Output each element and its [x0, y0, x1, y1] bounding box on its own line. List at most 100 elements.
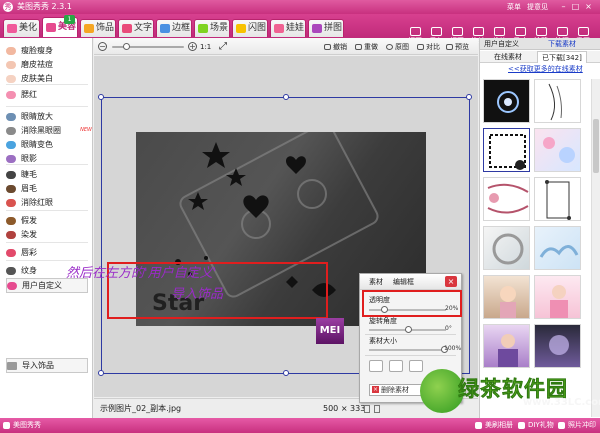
camera-icon: [556, 27, 568, 36]
tab-flash[interactable]: 闪图: [232, 19, 268, 37]
close-icon[interactable]: ×: [583, 2, 594, 12]
material-thumb[interactable]: [534, 128, 581, 172]
import-accessory-button[interactable]: 导入饰品: [6, 358, 88, 373]
album-icon: [475, 422, 482, 429]
beauty-tool-item[interactable]: 唇彩: [6, 246, 88, 260]
zoom-out-icon[interactable]: −: [98, 42, 107, 51]
bottom-bar: 美图秀秀 美刷相册 DIY礼物 照片冲印: [0, 418, 600, 433]
dialog-divider: [365, 355, 456, 356]
resize-handle-ne[interactable]: [466, 94, 472, 100]
maximize-icon[interactable]: □: [570, 2, 581, 12]
dialog-tab-material[interactable]: 素材: [369, 277, 383, 287]
delete-icon: ×: [372, 386, 379, 393]
tab-beautify[interactable]: 美化: [3, 19, 40, 37]
meitu-logo: MEI: [316, 318, 344, 344]
beauty-tool-icon: [6, 249, 16, 257]
cutout-icon: [451, 27, 463, 36]
resize-handle-n[interactable]: [283, 94, 289, 100]
scrollbar-thumb[interactable]: [593, 119, 599, 173]
tab-scene[interactable]: 场景: [194, 19, 230, 37]
beauty-tool-item[interactable]: 假发: [6, 214, 88, 228]
subtab-online[interactable]: 在线素材: [490, 51, 526, 63]
material-thumb[interactable]: [483, 324, 530, 368]
beauty-tool-item[interactable]: 消除黑眼圈 NEW: [6, 124, 92, 138]
feedback-link[interactable]: 提意见: [527, 1, 548, 13]
zoom-in-icon[interactable]: +: [188, 42, 197, 51]
material-thumb[interactable]: [534, 226, 581, 270]
beauty-tool-icon: [6, 127, 16, 135]
beauty-tool-item[interactable]: 染发: [6, 228, 88, 242]
beauty-tool-item[interactable]: 消除红眼: [6, 196, 88, 210]
beauty-tool-item[interactable]: 眼睛变色: [6, 138, 88, 152]
rotate-slider[interactable]: [369, 326, 446, 333]
resize-handle-nw[interactable]: [98, 94, 104, 100]
material-thumb[interactable]: [534, 275, 581, 319]
library-subtabs: 在线素材 已下载[342]: [480, 51, 600, 63]
material-thumb[interactable]: [483, 226, 530, 270]
bottom-gift-link[interactable]: DIY礼物: [518, 420, 554, 431]
size-label: 素材大小: [369, 337, 397, 345]
material-thumb[interactable]: [534, 324, 581, 368]
beauty-tool-item[interactable]: 眼影: [6, 152, 88, 166]
bottom-print-link[interactable]: 照片冲印: [558, 420, 596, 431]
bottom-meitu-link[interactable]: 美图秀秀: [3, 420, 41, 431]
fit-window-icon[interactable]: ⤢: [219, 41, 227, 53]
subtab-downloaded[interactable]: 已下载[342]: [537, 51, 587, 63]
resize-handle-s[interactable]: [283, 370, 289, 376]
tab-collage[interactable]: 拼图: [308, 19, 344, 37]
flip-horizontal-icon[interactable]: [369, 360, 383, 372]
original-button[interactable]: 原图: [386, 41, 409, 53]
undo-button[interactable]: 撤销: [324, 41, 347, 53]
material-thumb[interactable]: [534, 177, 581, 221]
tab-download-material[interactable]: 下载素材: [548, 39, 576, 49]
bottom-label: 美刷相册: [485, 421, 513, 429]
material-thumb[interactable]: [483, 177, 530, 221]
dialog-close-icon[interactable]: ×: [445, 276, 457, 287]
dialog-tab-edit[interactable]: 编辑框: [393, 277, 414, 287]
resize-handle-sw[interactable]: [98, 370, 104, 376]
beauty-tool-icon: [6, 155, 16, 163]
beauty-tool-item[interactable]: 皮肤美白: [6, 72, 88, 86]
border-icon: [160, 24, 170, 33]
material-thumb-selected[interactable]: [483, 128, 530, 172]
tab-doll[interactable]: 娃娃: [270, 19, 306, 37]
zoom-slider-thumb[interactable]: [123, 43, 131, 50]
size-slider[interactable]: [369, 346, 448, 353]
material-thumb[interactable]: [483, 79, 530, 123]
tab-user-custom[interactable]: 用户自定义: [484, 39, 519, 49]
beauty-tool-item[interactable]: 磨皮祛痘: [6, 58, 88, 72]
material-thumb[interactable]: [483, 275, 530, 319]
compare-button[interactable]: 对比: [417, 41, 440, 53]
tab-label: 文字: [134, 23, 153, 33]
tab-border[interactable]: 边框: [156, 19, 192, 37]
next-page-icon[interactable]: [374, 405, 380, 413]
panel-divider: [6, 260, 88, 261]
watermark-url: www.33LC.com: [523, 397, 600, 408]
beauty-tool-icon: [7, 282, 17, 290]
beauty-tool-item[interactable]: 眉毛: [6, 182, 88, 196]
rotate-slider-thumb[interactable]: [404, 326, 412, 333]
rotate-label: 旋转角度: [369, 317, 397, 325]
print-icon: [558, 422, 565, 429]
prev-page-icon[interactable]: [364, 405, 370, 413]
redo-button[interactable]: 重做: [355, 41, 378, 53]
get-more-link[interactable]: <<获取更多的在线素材: [508, 65, 583, 74]
material-thumb[interactable]: [534, 79, 581, 123]
tab-accessories[interactable]: 饰品: [80, 19, 116, 37]
beauty-tool-item[interactable]: 睫毛: [6, 168, 88, 182]
tab-text[interactable]: 文字: [118, 19, 154, 37]
actual-size-button[interactable]: 1:1: [200, 41, 211, 53]
bottom-album-link[interactable]: 美刷相册: [475, 420, 513, 431]
beauty-tool-item[interactable]: 眼睛放大: [6, 110, 88, 124]
flip-vertical-icon[interactable]: [389, 360, 403, 372]
preview-button[interactable]: 预览: [446, 41, 469, 53]
compare-icon: [417, 44, 424, 50]
beauty-tool-icon: [6, 171, 16, 179]
beauty-tool-icon: [6, 185, 16, 193]
beauty-tool-item[interactable]: 瘦脸瘦身: [6, 44, 88, 58]
preview-label: 预览: [455, 43, 469, 51]
minimize-icon[interactable]: –: [558, 2, 569, 12]
zoom-slider[interactable]: [112, 43, 184, 50]
menu-link[interactable]: 菜单: [507, 1, 521, 13]
beauty-tool-item[interactable]: 腮红: [6, 88, 88, 102]
